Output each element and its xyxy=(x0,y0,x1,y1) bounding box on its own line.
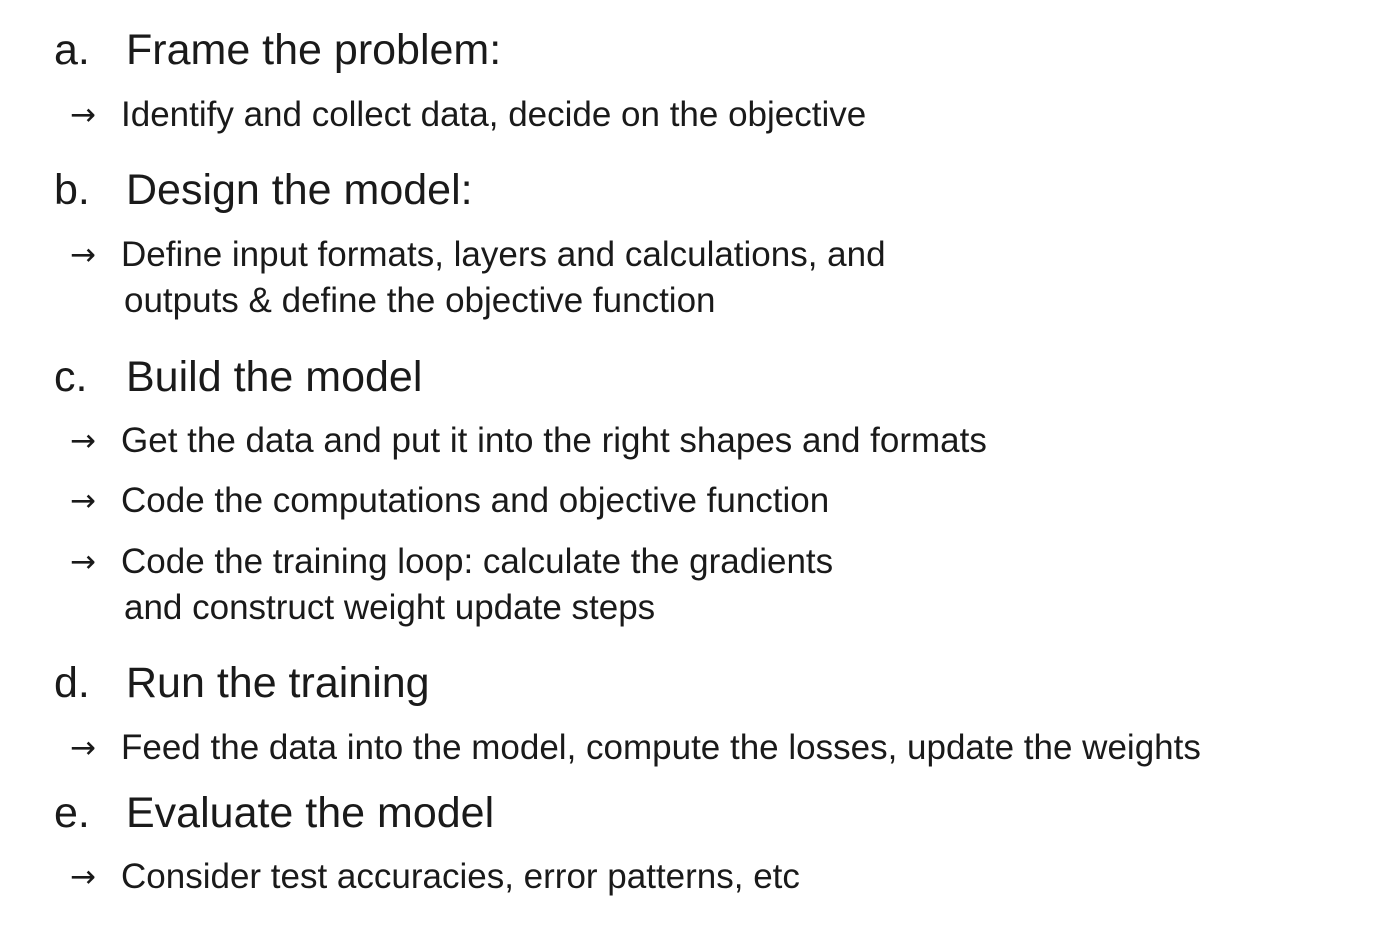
right-arrow-icon: → xyxy=(70,483,96,519)
step-d-letter: d. xyxy=(54,659,90,707)
point-text: Feed the data into the model, compute th… xyxy=(121,728,1201,767)
right-arrow-icon: → xyxy=(70,423,96,459)
step-c-point-3-continuation: and construct weight update steps xyxy=(124,588,656,627)
step-a-letter: a. xyxy=(54,26,90,74)
step-c-letter: c. xyxy=(54,353,88,401)
step-b-letter: b. xyxy=(54,166,90,214)
step-a-title: Frame the problem: xyxy=(126,26,502,74)
point-text: Identify and collect data, decide on the… xyxy=(121,95,867,134)
step-d-title: Run the training xyxy=(126,659,430,707)
point-text: Code the training loop: calculate the gr… xyxy=(121,542,834,581)
right-arrow-icon: → xyxy=(70,730,96,766)
step-e-letter: e. xyxy=(54,789,90,837)
step-c-title: Build the model xyxy=(126,353,423,401)
point-text: Get the data and put it into the right s… xyxy=(121,421,987,460)
point-text: Code the computations and objective func… xyxy=(121,481,830,520)
point-text: Consider test accuracies, error patterns… xyxy=(121,857,800,896)
right-arrow-icon: → xyxy=(70,97,96,133)
right-arrow-icon: → xyxy=(70,544,96,580)
step-e-title: Evaluate the model xyxy=(126,789,495,837)
step-b-title: Design the model: xyxy=(126,166,473,214)
right-arrow-icon: → xyxy=(70,859,96,895)
step-b-point-1-continuation: outputs & define the objective function xyxy=(124,281,716,320)
point-text: Define input formats, layers and calcula… xyxy=(121,235,886,274)
right-arrow-icon: → xyxy=(70,237,96,273)
